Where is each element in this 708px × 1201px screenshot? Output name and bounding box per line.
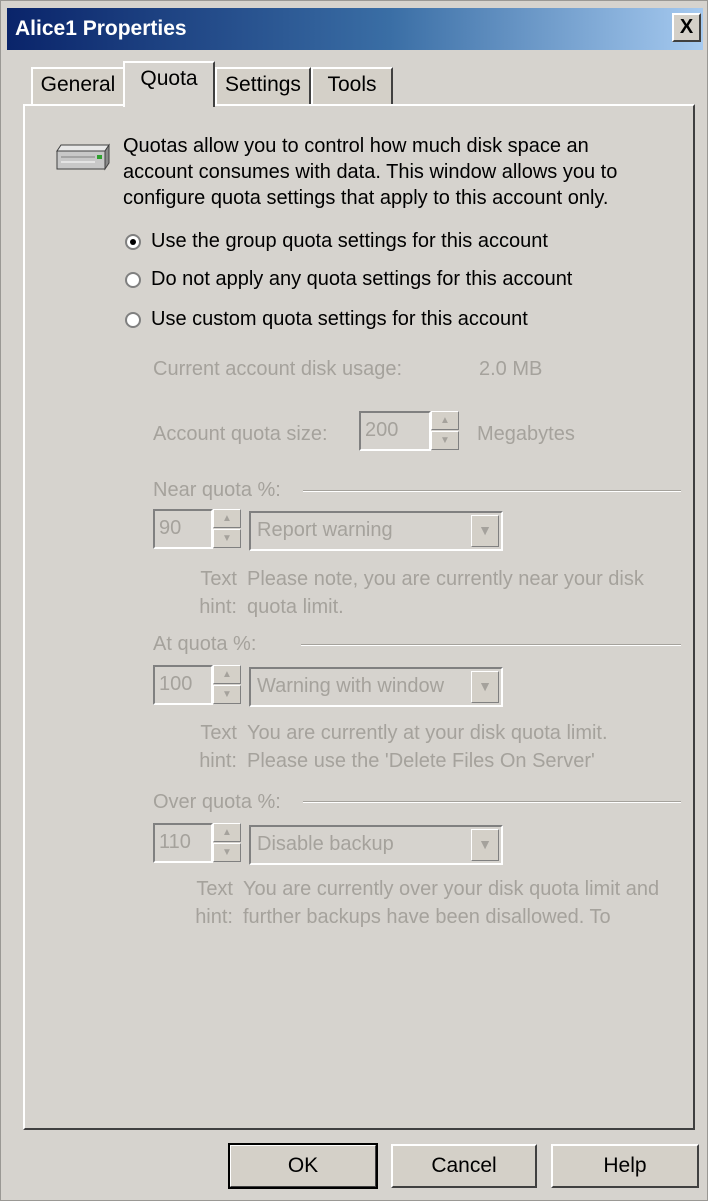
chevron-down-icon[interactable]: ▼ [471,671,499,703]
at-quota-spinner[interactable]: ▲ ▼ [213,665,241,705]
divider [303,801,681,803]
properties-dialog: Alice1 Properties X General Quota Settin… [0,0,708,1201]
hint-label: hint: [199,596,237,618]
radio-label-group: Use the group quota settings for this ac… [151,230,548,252]
radio-button[interactable] [125,311,141,328]
radio-label-none: Do not apply any quota settings for this… [151,268,573,290]
hint-text-line-2: Please use the 'Delete Files On Server' [247,750,595,772]
spin-up-icon[interactable]: ▲ [213,823,241,842]
spin-up-icon[interactable]: ▲ [213,509,241,528]
spin-down-icon[interactable]: ▼ [213,685,241,704]
over-quota-action-select[interactable]: Disable backup ▼ [249,825,503,865]
spin-up-icon[interactable]: ▲ [213,665,241,684]
tab-settings[interactable]: Settings [215,67,311,105]
tab-general[interactable]: General [31,67,125,105]
usage-label: Current account disk usage: [153,358,403,380]
help-button[interactable]: Help [551,1144,699,1188]
chevron-down-icon[interactable]: ▼ [471,515,499,547]
radio-button-checked[interactable] [125,233,141,250]
drive-icon [56,143,110,171]
usage-value: 2.0 MB [479,358,543,380]
hint-text-line-2: further backups have been disallowed. To [243,906,611,928]
hint-label: Text [196,878,233,900]
at-quota-input[interactable]: 100 [153,665,213,705]
over-quota-action-value: Disable backup [257,833,394,855]
near-quota-action-value: Report warning [257,519,393,541]
quota-size-spinner[interactable]: ▲ ▼ [431,411,459,451]
radio-custom-quota[interactable]: Use custom quota settings for this accou… [125,305,528,333]
over-quota-spinner[interactable]: ▲ ▼ [213,823,241,863]
intro-text: Quotas allow you to control how much dis… [123,133,683,211]
near-quota-input[interactable]: 90 [153,509,213,549]
tab-tools[interactable]: Tools [311,67,393,105]
hint-label: hint: [195,906,233,928]
radio-label-custom: Use custom quota settings for this accou… [151,308,528,330]
intro-line-3: configure quota settings that apply to t… [123,187,609,209]
intro-line-2: account consumes with data. This window … [123,161,618,183]
spin-down-icon[interactable]: ▼ [431,431,459,450]
divider [303,490,681,492]
close-button[interactable]: X [672,13,701,42]
at-quota-action-select[interactable]: Warning with window ▼ [249,667,503,707]
hint-label: hint: [199,750,237,772]
hint-label: Text [200,722,237,744]
hint-text-line-2: quota limit. [247,596,344,618]
spin-up-icon[interactable]: ▲ [431,411,459,430]
at-quota-action-value: Warning with window [257,675,445,697]
quota-size-unit: Megabytes [477,423,575,445]
radio-group-quota[interactable]: Use the group quota settings for this ac… [125,227,548,255]
quota-size-label: Account quota size: [153,423,328,445]
near-quota-label: Near quota %: [153,479,281,501]
spin-down-icon[interactable]: ▼ [213,843,241,862]
hint-text-line-1: Please note, you are currently near your… [247,568,644,590]
title-bar[interactable]: Alice1 Properties X [7,8,703,50]
hint-label: Text [200,568,237,590]
ok-button[interactable]: OK [228,1143,378,1189]
tab-quota[interactable]: Quota [123,61,215,107]
cancel-button[interactable]: Cancel [391,1144,537,1188]
spin-down-icon[interactable]: ▼ [213,529,241,548]
window-title: Alice1 Properties [15,17,187,40]
near-quota-spinner[interactable]: ▲ ▼ [213,509,241,549]
over-quota-input[interactable]: 110 [153,823,213,863]
at-quota-label: At quota %: [153,633,257,655]
hint-text-line-1: You are currently over your disk quota l… [243,878,660,900]
over-quota-label: Over quota %: [153,791,281,813]
quota-tab-panel [23,104,695,1130]
intro-line-1: Quotas allow you to control how much dis… [123,135,589,157]
chevron-down-icon[interactable]: ▼ [471,829,499,861]
radio-no-quota[interactable]: Do not apply any quota settings for this… [125,265,572,293]
hint-text-line-1: You are currently at your disk quota lim… [247,722,608,744]
quota-size-input[interactable]: 200 [359,411,431,451]
near-quota-action-select[interactable]: Report warning ▼ [249,511,503,551]
divider [301,644,681,646]
radio-button[interactable] [125,271,141,288]
